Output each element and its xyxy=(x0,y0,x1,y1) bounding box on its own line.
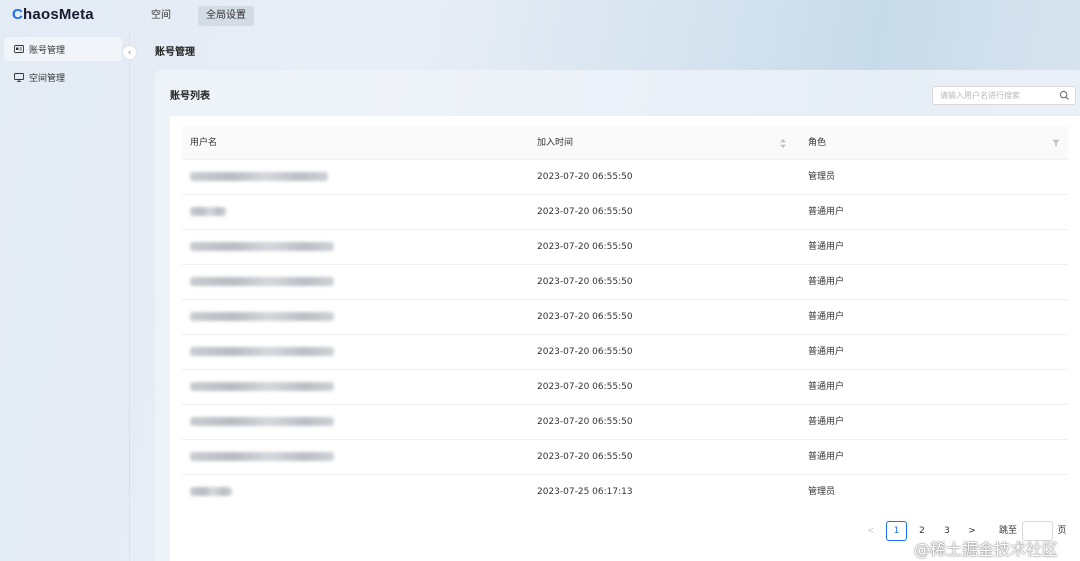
table-row[interactable]: 2023-07-20 06:55:50 普通用户 xyxy=(182,370,1068,405)
account-table: 用户名 加入时间 角色 2023-07-20 06:55:50 管理员 2023… xyxy=(170,116,1080,561)
table-row[interactable]: 2023-07-20 06:55:50 普通用户 xyxy=(182,335,1068,370)
username-cell xyxy=(190,160,328,195)
redacted-username xyxy=(190,347,334,356)
username-cell xyxy=(190,405,334,440)
table-row[interactable]: 2023-07-20 06:55:50 普通用户 xyxy=(182,405,1068,440)
username-cell xyxy=(190,475,232,510)
filter-icon[interactable] xyxy=(1052,139,1060,147)
role-cell: 普通用户 xyxy=(808,382,845,392)
username-cell xyxy=(190,230,334,265)
top-header: ChaosMeta 空间 全局设置 xyxy=(0,0,1080,32)
table-header: 用户名 加入时间 角色 xyxy=(182,126,1068,160)
redacted-username xyxy=(190,277,334,286)
sidebar-collapse-button[interactable]: ‹ xyxy=(122,45,137,60)
redacted-username xyxy=(190,207,226,216)
role-cell: 普通用户 xyxy=(808,242,845,252)
table-row[interactable]: 2023-07-20 06:55:50 普通用户 xyxy=(182,230,1068,265)
role-cell: 普通用户 xyxy=(808,277,845,287)
redacted-username xyxy=(190,452,334,461)
role-cell: 普通用户 xyxy=(808,207,845,217)
redacted-username xyxy=(190,242,334,251)
table-row[interactable]: 2023-07-20 06:55:50 管理员 xyxy=(182,160,1068,195)
username-cell xyxy=(190,335,334,370)
column-header-join-time[interactable]: 加入时间 xyxy=(537,126,573,160)
chevron-left-icon: ‹ xyxy=(127,47,132,58)
nav-space[interactable]: 空间 xyxy=(143,6,179,26)
search-box xyxy=(932,86,1076,105)
monitor-icon xyxy=(14,73,24,82)
watermark: @稀土掘金技术社区 xyxy=(914,540,1059,559)
sidebar-item-space-management[interactable]: 空间管理 xyxy=(4,65,122,89)
join-time-cell: 2023-07-20 06:55:50 xyxy=(537,452,633,462)
join-time-cell: 2023-07-20 06:55:50 xyxy=(537,277,633,287)
table-row[interactable]: 2023-07-25 06:17:13 管理员 xyxy=(182,475,1068,510)
sort-icon[interactable] xyxy=(779,138,787,149)
table-row[interactable]: 2023-07-20 06:55:50 普通用户 xyxy=(182,195,1068,230)
redacted-username xyxy=(190,417,334,426)
role-cell: 普通用户 xyxy=(808,312,845,322)
card-title: 账号列表 xyxy=(170,91,210,102)
username-cell xyxy=(190,195,226,230)
page-title: 账号管理 xyxy=(155,47,195,58)
redacted-username xyxy=(190,312,334,321)
username-cell xyxy=(190,265,334,300)
column-header-role: 角色 xyxy=(808,138,827,148)
join-time-cell: 2023-07-25 06:17:13 xyxy=(537,487,633,497)
redacted-username xyxy=(190,172,328,181)
redacted-username xyxy=(190,382,334,391)
role-cell: 管理员 xyxy=(808,172,836,182)
id-card-icon xyxy=(14,45,24,53)
join-time-cell: 2023-07-20 06:55:50 xyxy=(537,347,633,357)
sidebar-item-label: 账号管理 xyxy=(29,45,66,56)
search-input[interactable] xyxy=(933,87,1053,104)
table-row[interactable]: 2023-07-20 06:55:50 普通用户 xyxy=(182,440,1068,475)
pagination-page-1[interactable]: 1 xyxy=(886,521,907,541)
username-cell xyxy=(190,300,334,335)
sidebar-item-account-management[interactable]: 账号管理 xyxy=(4,37,122,61)
search-icon[interactable] xyxy=(1059,90,1070,101)
pagination-prev-button[interactable]: < xyxy=(864,521,878,541)
redacted-username xyxy=(190,487,232,496)
join-time-cell: 2023-07-20 06:55:50 xyxy=(537,312,633,322)
column-header-username: 用户名 xyxy=(190,138,218,148)
join-time-cell: 2023-07-20 06:55:50 xyxy=(537,417,633,427)
table-row[interactable]: 2023-07-20 06:55:50 普通用户 xyxy=(182,300,1068,335)
join-time-cell: 2023-07-20 06:55:50 xyxy=(537,242,633,252)
sidebar: 账号管理 空间管理 xyxy=(0,32,130,561)
role-cell: 管理员 xyxy=(808,487,836,497)
join-time-cell: 2023-07-20 06:55:50 xyxy=(537,172,633,182)
nav-global-settings[interactable]: 全局设置 xyxy=(198,6,254,26)
role-cell: 普通用户 xyxy=(808,347,845,357)
role-cell: 普通用户 xyxy=(808,417,845,427)
join-time-cell: 2023-07-20 06:55:50 xyxy=(537,207,633,217)
table-row[interactable]: 2023-07-20 06:55:50 普通用户 xyxy=(182,265,1068,300)
join-time-cell: 2023-07-20 06:55:50 xyxy=(537,382,633,392)
username-cell xyxy=(190,440,334,475)
role-cell: 普通用户 xyxy=(808,452,845,462)
username-cell xyxy=(190,370,334,405)
chaosmeta-logo[interactable]: ChaosMeta xyxy=(12,6,94,23)
sidebar-item-label: 空间管理 xyxy=(29,73,66,84)
